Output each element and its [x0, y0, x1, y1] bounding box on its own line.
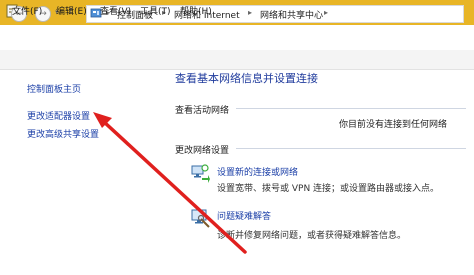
address-row [0, 25, 474, 50]
sidebar-item-change-adapter-settings[interactable]: 更改适配器设置 [27, 109, 90, 122]
page-title: 查看基本网络信息并设置连接 [175, 72, 318, 85]
menu-edit[interactable]: 编辑(E) [56, 4, 87, 17]
setup-new-connection-link[interactable]: 设置新的连接或网络 [217, 165, 298, 178]
menu-tools[interactable]: 工具(T) [140, 4, 171, 17]
breadcrumb-separator: ▸ [324, 8, 329, 17]
menu-file[interactable]: 文件(F) [12, 4, 42, 17]
left-navigation-pane [0, 70, 160, 275]
breadcrumb-separator: ▸ [248, 8, 253, 17]
setup-new-connection-description: 设置宽带、拨号或 VPN 连接；或设置路由器或接入点。 [217, 184, 440, 194]
menu-view[interactable]: 查看(V) [100, 4, 131, 17]
active-networks-label: 查看活动网络 [175, 106, 230, 116]
section-divider [236, 148, 466, 149]
troubleshoot-problems-description: 诊断并修复网络问题，或者获得疑难解答信息。 [217, 231, 407, 241]
troubleshoot-problems-link[interactable]: 问题疑难解答 [217, 209, 271, 222]
change-network-settings-label: 更改网络设置 [175, 146, 230, 156]
menu-bar [0, 50, 474, 70]
breadcrumb-network-sharing-center[interactable]: 网络和共享中心 [260, 8, 323, 21]
no-network-status: 你目前没有连接到任何网络 [339, 120, 448, 130]
sidebar-item-control-panel-home[interactable]: 控制面板主页 [27, 82, 81, 95]
network-setup-icon [191, 164, 210, 183]
menu-help[interactable]: 帮助(H) [180, 4, 212, 17]
troubleshoot-icon [191, 209, 210, 228]
section-divider [236, 108, 466, 109]
sidebar-item-change-advanced-sharing[interactable]: 更改高级共享设置 [27, 127, 99, 140]
